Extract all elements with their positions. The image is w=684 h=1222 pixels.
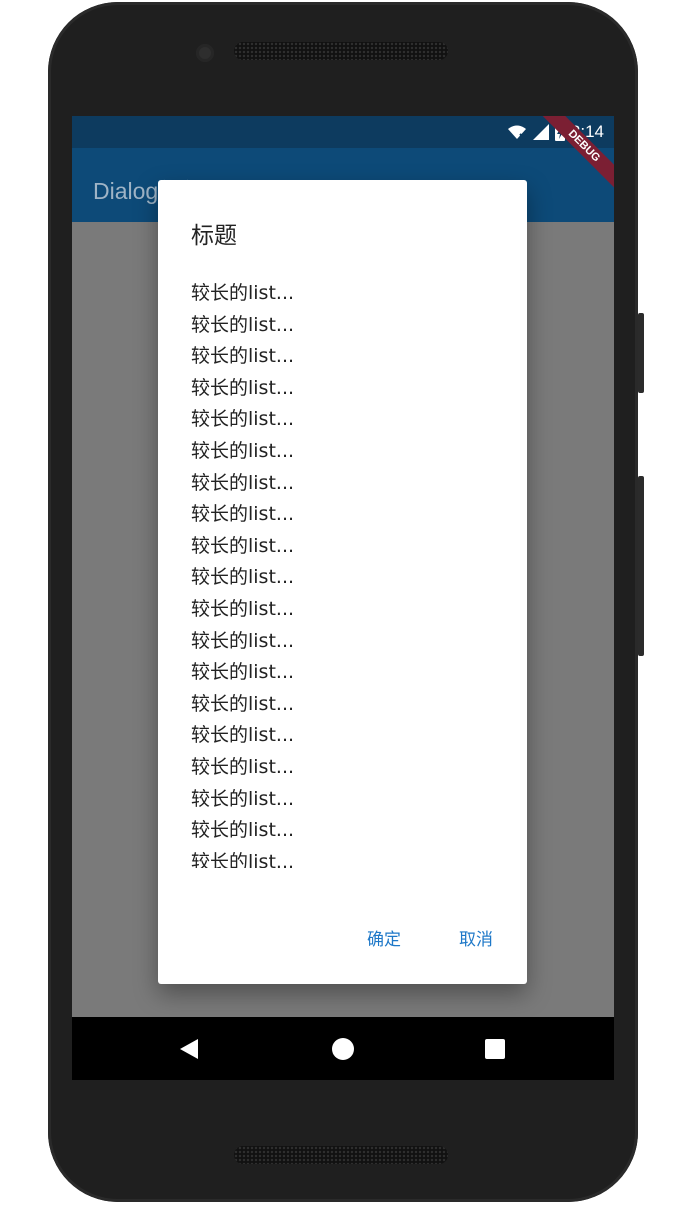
front-camera	[196, 44, 214, 62]
status-bar: 2:14	[72, 116, 614, 148]
confirm-button[interactable]: 确定	[351, 922, 417, 958]
list-item: 较长的list...	[191, 313, 295, 336]
list-item: 较长的list...	[191, 471, 295, 494]
list-item: 较长的list...	[191, 755, 295, 778]
volume-button	[638, 476, 644, 656]
list-item: 较长的list...	[191, 439, 295, 462]
list-item: 较长的list...	[191, 787, 295, 810]
list-item: 较长的list...	[191, 376, 295, 399]
list-item: 较长的list...	[191, 345, 295, 368]
list-item: 较长的list...	[191, 850, 295, 868]
bottom-speaker	[234, 1146, 448, 1164]
cancel-button[interactable]: 取消	[443, 922, 509, 958]
list-item: 较长的list...	[191, 282, 295, 304]
navigation-bar	[72, 1017, 614, 1080]
list-item: 较长的list...	[191, 629, 295, 652]
dialog-actions: 确定 取消	[351, 922, 527, 958]
power-button	[638, 313, 644, 393]
list-item: 较长的list...	[191, 566, 295, 589]
list-item: 较长的list...	[191, 503, 295, 526]
signal-icon	[532, 124, 549, 140]
list-item: 较长的list...	[191, 819, 295, 842]
list-item: 较长的list...	[191, 692, 295, 715]
recents-icon[interactable]	[485, 1039, 505, 1059]
list-item: 较长的list...	[191, 534, 295, 557]
home-icon[interactable]	[332, 1038, 354, 1060]
list-item: 较长的list...	[191, 597, 295, 620]
list-item: 较长的list...	[191, 724, 295, 747]
list-item: 较长的list...	[191, 408, 295, 431]
back-icon[interactable]	[180, 1039, 198, 1059]
dialog-title: 标题	[191, 223, 237, 249]
top-speaker	[234, 42, 448, 60]
list-item: 较长的list...	[191, 661, 295, 684]
dialog-list[interactable]: 较长的list... 较长的list... 较长的list... 较长的list…	[191, 278, 491, 868]
wifi-off-icon	[507, 125, 526, 140]
alert-dialog: 标题 较长的list... 较长的list... 较长的list... 较长的l…	[158, 180, 527, 984]
